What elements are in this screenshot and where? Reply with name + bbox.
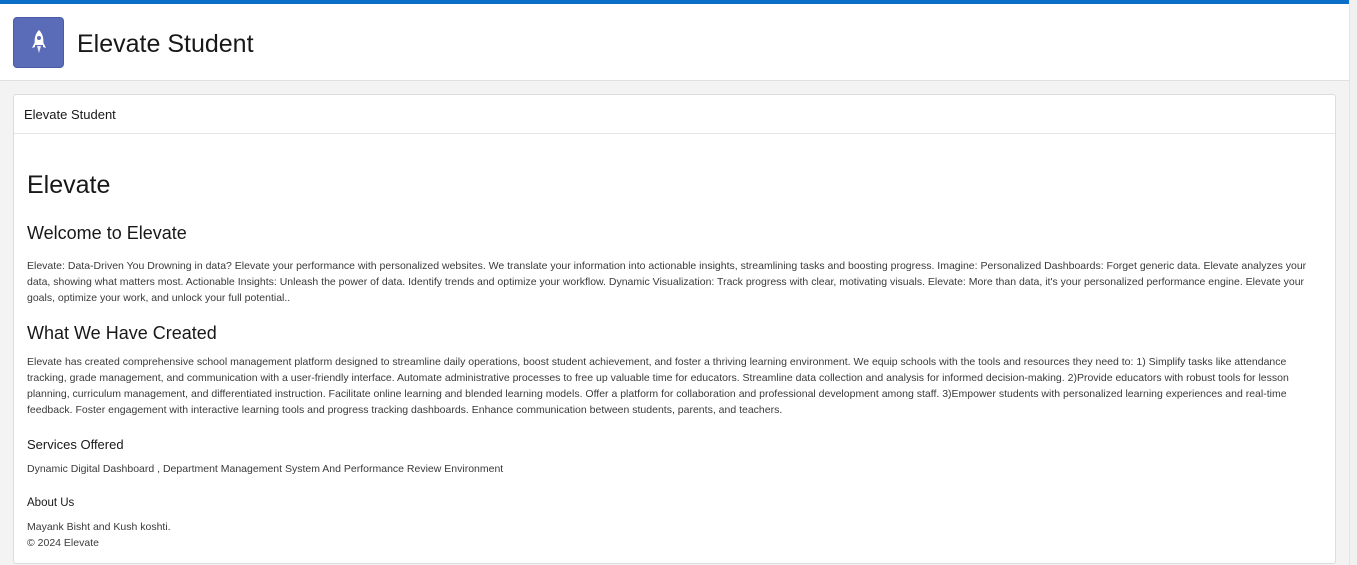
about-heading: About Us	[27, 497, 75, 509]
created-paragraph: Elevate has created comprehensive school…	[27, 356, 1289, 416]
app-icon	[13, 17, 64, 68]
card-header: Elevate Student	[14, 95, 1335, 134]
about-text: Mayank Bisht and Kush koshti.	[27, 521, 171, 533]
app-title: Elevate Student	[77, 30, 254, 58]
services-text: Dynamic Digital Dashboard , Department M…	[27, 463, 504, 475]
app-header: Elevate Student	[0, 4, 1349, 81]
welcome-heading: Welcome to Elevate	[27, 223, 187, 243]
services-heading: Services Offered	[27, 437, 124, 452]
welcome-paragraph: Elevate: Data-Driven You Drowning in dat…	[27, 260, 1307, 304]
copyright-text: © 2024 Elevate	[27, 537, 99, 549]
card-header-label: Elevate Student	[24, 106, 116, 122]
created-heading: What We Have Created	[27, 323, 217, 343]
page-heading: Elevate	[27, 171, 111, 199]
content-card: Elevate Student Elevate Welcome to Eleva…	[13, 94, 1336, 564]
page-scrollbar[interactable]	[1349, 0, 1357, 565]
rocket-icon	[31, 29, 46, 53]
